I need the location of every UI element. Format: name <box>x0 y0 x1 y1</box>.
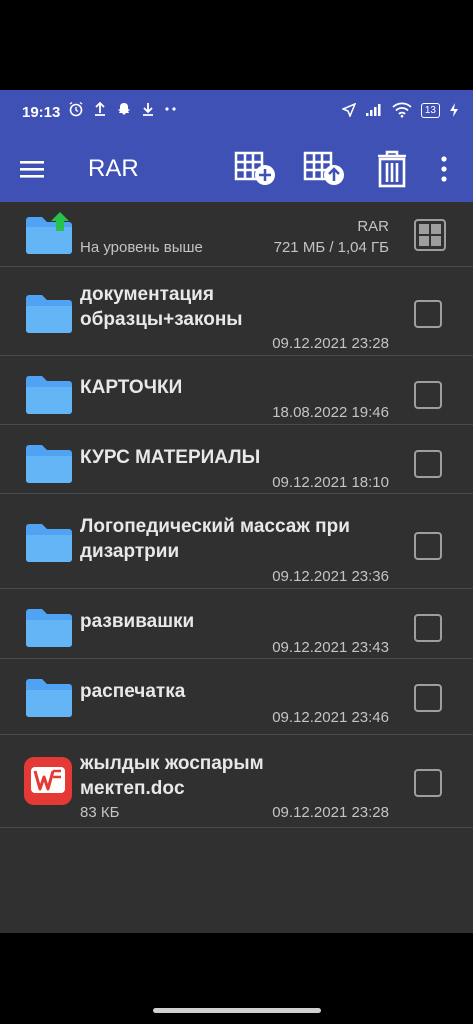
list-item[interactable]: развивашки 09.12.2021 23:43 <box>0 589 473 659</box>
item-date: 18.08.2022 19:46 <box>272 404 389 421</box>
download-icon <box>143 103 153 116</box>
wifi-icon <box>392 102 412 118</box>
item-date: 09.12.2021 18:10 <box>272 474 389 491</box>
parent-directory-label: На уровень выше <box>80 239 203 256</box>
wps-office-icon <box>24 757 72 805</box>
item-checkbox[interactable] <box>414 381 442 409</box>
item-date: 09.12.2021 23:43 <box>272 639 389 656</box>
folder-icon <box>26 295 72 333</box>
trash-icon[interactable] <box>370 150 414 188</box>
item-date: 09.12.2021 23:36 <box>272 568 389 585</box>
item-date: 09.12.2021 23:28 <box>272 335 389 352</box>
screen-top-area <box>0 0 473 90</box>
folder-up-icon <box>26 212 72 254</box>
snapchat-icon <box>118 103 130 115</box>
file-list: На уровень выше RAR 721 МБ / 1,04 ГБ док… <box>0 202 473 933</box>
hamburger-menu-icon[interactable] <box>18 155 48 183</box>
item-name: распечатка <box>80 681 186 702</box>
item-checkbox[interactable] <box>414 450 442 478</box>
list-item[interactable]: Логопедический массаж при дизартрии 09.1… <box>0 494 473 589</box>
parent-directory-row[interactable]: На уровень выше RAR 721 МБ / 1,04 ГБ <box>0 202 473 267</box>
signal-icon <box>365 104 381 116</box>
item-checkbox[interactable] <box>414 532 442 560</box>
status-time: 19:13 <box>22 104 61 121</box>
item-date: 09.12.2021 23:28 <box>272 804 389 821</box>
status-bar: 19:13 13 <box>0 90 473 136</box>
archive-add-icon[interactable] <box>233 150 277 188</box>
item-checkbox[interactable] <box>414 614 442 642</box>
item-name: развивашки <box>80 611 195 632</box>
item-name: жылдык жоспарым <box>80 753 264 774</box>
more-dots-icon <box>165 107 176 111</box>
app-bar: RAR <box>0 136 473 202</box>
alarm-icon <box>69 101 83 117</box>
item-name: Логопедический массаж при <box>80 516 350 537</box>
more-vert-icon[interactable] <box>429 150 459 188</box>
upload-icon <box>95 101 105 116</box>
list-item[interactable]: КУРС МАТЕРИАЛЫ 09.12.2021 18:10 <box>0 425 473 494</box>
home-gesture-bar[interactable] <box>153 1008 321 1013</box>
item-name: дизартрии <box>80 541 180 562</box>
item-checkbox[interactable] <box>414 684 442 712</box>
folder-icon <box>26 679 72 717</box>
archive-extract-icon[interactable] <box>302 150 346 188</box>
item-date: 09.12.2021 23:46 <box>272 709 389 726</box>
view-toggle-grid-icon[interactable] <box>414 219 446 251</box>
item-name: КУРС МАТЕРИАЛЫ <box>80 447 261 468</box>
list-item[interactable]: документация образцы+законы 09.12.2021 2… <box>0 267 473 356</box>
folder-icon <box>26 609 72 647</box>
item-name: мектеп.doc <box>80 778 185 799</box>
battery-icon: 13 <box>420 102 440 118</box>
storage-usage: 721 МБ / 1,04 ГБ <box>273 239 389 256</box>
item-name: документация <box>80 284 214 305</box>
list-item[interactable]: распечатка 09.12.2021 23:46 <box>0 659 473 735</box>
folder-icon <box>26 524 72 562</box>
item-checkbox[interactable] <box>414 300 442 328</box>
app-title: RAR <box>88 155 139 182</box>
item-name: КАРТОЧКИ <box>80 377 183 398</box>
location-icon <box>341 103 356 117</box>
list-item[interactable]: КАРТОЧКИ 18.08.2022 19:46 <box>0 356 473 425</box>
folder-icon <box>26 376 72 414</box>
charging-icon <box>450 103 458 117</box>
folder-icon <box>26 445 72 483</box>
current-path: RAR <box>357 218 389 235</box>
item-name: образцы+законы <box>80 309 243 330</box>
item-checkbox[interactable] <box>414 769 442 797</box>
item-size: 83 КБ <box>80 804 120 821</box>
list-item[interactable]: жылдык жоспарым мектеп.doc 83 КБ 09.12.2… <box>0 735 473 828</box>
